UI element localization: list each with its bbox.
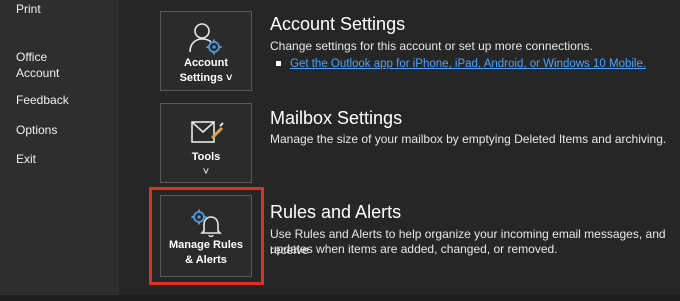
rules-alerts-title: Rules and Alerts	[270, 202, 402, 222]
tools-mailbox-icon	[191, 121, 224, 143]
account-settings-label-2: Settings ˅	[179, 72, 233, 84]
sidebar-item-options[interactable]: Options	[16, 122, 57, 138]
rules-alerts-description-2: updates when items are added, changed, o…	[270, 242, 558, 256]
account-settings-label-1: Account	[184, 57, 228, 69]
sidebar-item-exit[interactable]: Exit	[16, 151, 36, 167]
outlook-app-link-row: Get the Outlook app for iPhone, iPad, An…	[276, 56, 646, 72]
mailbox-settings-title: Mailbox Settings	[270, 108, 403, 128]
tools-button[interactable]: Tools ˅	[160, 103, 252, 183]
sidebar-item-office-account[interactable]: Office Account	[16, 49, 59, 81]
account-settings-icon	[189, 23, 222, 55]
highlight-box	[149, 187, 264, 285]
account-settings-button[interactable]: Account Settings ˅	[160, 11, 252, 91]
bottom-strip	[0, 295, 680, 301]
account-settings-description: Change settings for this account or set …	[270, 39, 593, 53]
backstage-sidebar: Print Office Account Feedback Options Ex…	[0, 0, 120, 301]
sidebar-item-feedback[interactable]: Feedback	[16, 92, 69, 108]
mailbox-settings-description: Manage the size of your mailbox by empty…	[270, 132, 667, 146]
outlook-app-link[interactable]: Get the Outlook app for iPhone, iPad, An…	[290, 58, 646, 70]
chevron-down-icon: ˅	[202, 166, 210, 178]
tools-label: Tools	[191, 151, 221, 163]
sidebar-item-print[interactable]: Print	[16, 1, 41, 17]
bullet-icon	[276, 61, 281, 67]
account-settings-title: Account Settings	[270, 14, 406, 34]
